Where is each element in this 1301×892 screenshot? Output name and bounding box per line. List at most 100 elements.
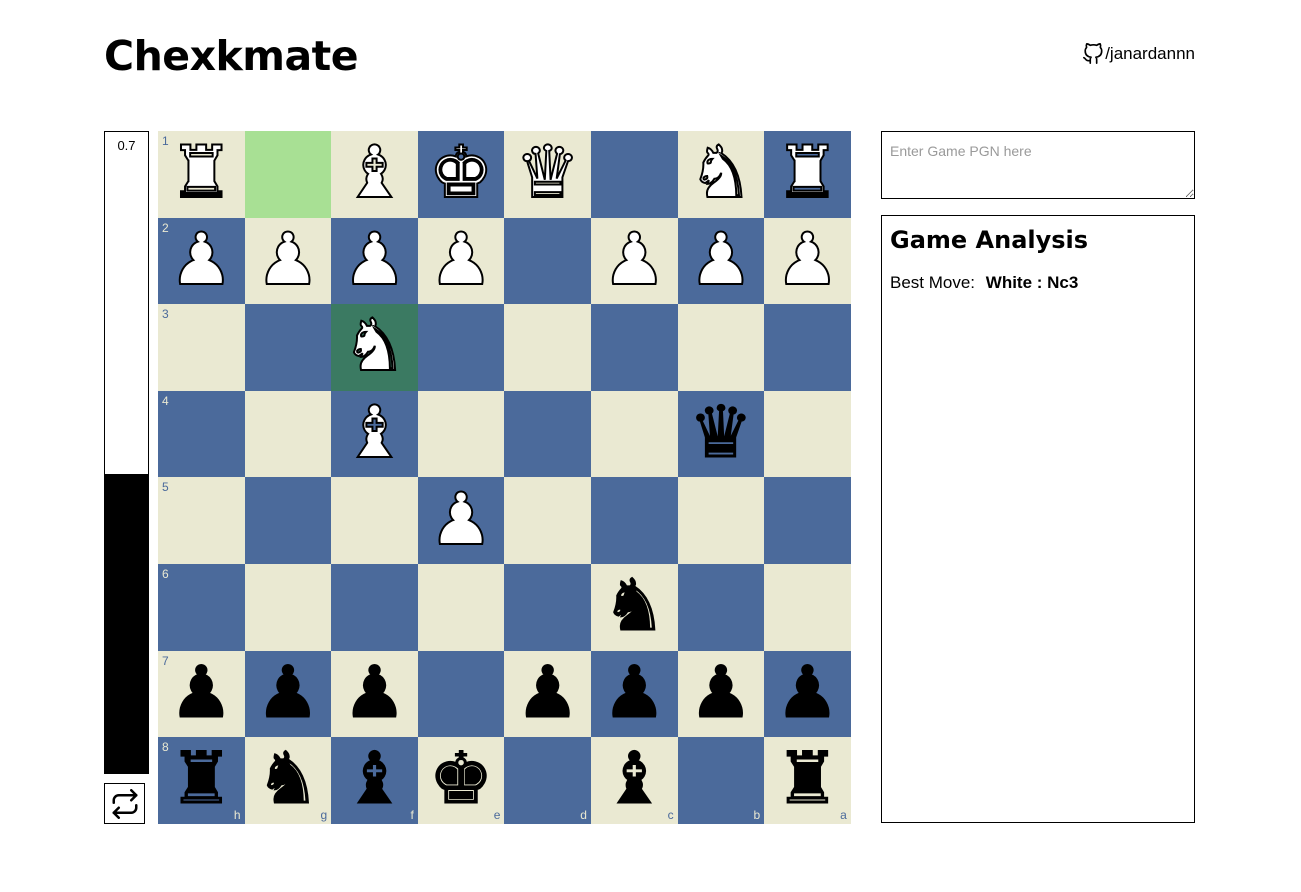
black-pawn-icon[interactable]: ♟ — [169, 655, 235, 728]
white-bishop-icon[interactable]: ♝ — [341, 135, 408, 209]
square-f4[interactable]: ♝ — [331, 390, 418, 478]
white-rook-icon[interactable]: ♜ — [774, 135, 841, 209]
black-bishop-icon[interactable]: ♝ — [601, 742, 667, 815]
square-a8[interactable]: a ♜ — [764, 737, 851, 824]
black-pawn-icon[interactable]: ♟ — [342, 655, 408, 728]
square-g1[interactable] — [244, 131, 332, 218]
square-e3[interactable] — [417, 304, 505, 391]
square-b7[interactable]: ♟ — [677, 650, 765, 738]
square-g3[interactable] — [244, 304, 332, 391]
square-g8[interactable]: g ♞ — [244, 737, 332, 824]
square-f7[interactable]: ♟ — [331, 650, 418, 738]
pgn-input[interactable] — [881, 131, 1195, 199]
white-pawn-icon[interactable]: ♟ — [428, 482, 495, 556]
square-e1[interactable]: ♚ — [417, 131, 505, 218]
square-c2[interactable]: ♟ — [590, 217, 678, 305]
white-knight-icon[interactable]: ♞ — [688, 135, 755, 209]
square-h6[interactable]: 6 — [158, 563, 245, 651]
square-g7[interactable]: ♟ — [244, 650, 332, 738]
square-d7[interactable]: ♟ — [504, 650, 591, 738]
square-b4[interactable]: ♛ — [677, 390, 765, 478]
black-pawn-icon[interactable]: ♟ — [515, 655, 581, 728]
square-a5[interactable] — [764, 477, 851, 564]
square-d5[interactable] — [504, 477, 591, 564]
square-g6[interactable] — [244, 563, 332, 651]
square-c7[interactable]: ♟ — [590, 650, 678, 738]
black-pawn-icon[interactable]: ♟ — [775, 655, 841, 728]
black-rook-icon[interactable]: ♜ — [775, 742, 841, 815]
square-c3[interactable] — [590, 304, 678, 391]
square-f1[interactable]: ♝ — [331, 131, 418, 218]
white-pawn-icon[interactable]: ♟ — [428, 222, 495, 296]
square-c8[interactable]: c ♝ — [590, 737, 678, 824]
square-b8[interactable]: b — [677, 737, 765, 824]
square-h8[interactable]: 8 h ♜ — [158, 737, 245, 824]
square-h5[interactable]: 5 — [158, 477, 245, 564]
square-e6[interactable] — [417, 563, 505, 651]
square-f8[interactable]: f ♝ — [331, 737, 418, 824]
github-link[interactable]: /janardannn — [1082, 42, 1195, 66]
square-e8[interactable]: e ♚ — [417, 737, 505, 824]
white-knight-icon[interactable]: ♞ — [341, 308, 408, 382]
white-pawn-icon[interactable]: ♟ — [168, 222, 235, 296]
black-knight-icon[interactable]: ♞ — [255, 742, 321, 815]
white-queen-icon[interactable]: ♛ — [514, 135, 581, 209]
black-queen-icon[interactable]: ♛ — [688, 396, 754, 469]
square-b5[interactable] — [677, 477, 765, 564]
square-f2[interactable]: ♟ — [331, 217, 418, 305]
square-h3[interactable]: 3 — [158, 304, 245, 391]
square-b3[interactable] — [677, 304, 765, 391]
square-b2[interactable]: ♟ — [677, 217, 765, 305]
square-e2[interactable]: ♟ — [417, 217, 505, 305]
square-h4[interactable]: 4 — [158, 390, 245, 478]
square-a3[interactable] — [764, 304, 851, 391]
black-bishop-icon[interactable]: ♝ — [342, 742, 408, 815]
black-pawn-icon[interactable]: ♟ — [255, 655, 321, 728]
square-g2[interactable]: ♟ — [244, 217, 332, 305]
square-e4[interactable] — [417, 390, 505, 478]
white-king-icon[interactable]: ♚ — [428, 135, 495, 209]
square-a1[interactable]: ♜ — [764, 131, 851, 218]
square-f6[interactable] — [331, 563, 418, 651]
square-d8[interactable]: d — [504, 737, 591, 824]
white-pawn-icon[interactable]: ♟ — [341, 222, 408, 296]
square-f5[interactable] — [331, 477, 418, 564]
white-pawn-icon[interactable]: ♟ — [774, 222, 841, 296]
square-a6[interactable] — [764, 563, 851, 651]
white-bishop-icon[interactable]: ♝ — [341, 395, 408, 469]
black-rook-icon[interactable]: ♜ — [169, 742, 235, 815]
square-h2[interactable]: 2 ♟ — [158, 217, 245, 305]
square-c6[interactable]: ♞ — [590, 563, 678, 651]
square-h1[interactable]: 1 ♜ — [158, 131, 245, 218]
chess-board[interactable]: 1 ♜ ♝ ♚ ♛ ♞ ♜ 2 ♟ ♟ ♟ ♟ ♟ ♟ ♟ 3 ♞ 4 ♝ ♛ 5 ♟ 6 ♞ 7 ♟ ♟ ♟ ♟ ♟ ♟ ♟ 8 h ♜ g ♞ f ♝ e… — [158, 131, 851, 824]
square-a7[interactable]: ♟ — [764, 650, 851, 738]
square-e5[interactable]: ♟ — [417, 477, 505, 564]
black-pawn-icon[interactable]: ♟ — [601, 655, 667, 728]
black-knight-icon[interactable]: ♞ — [601, 569, 667, 642]
square-d3[interactable] — [504, 304, 591, 391]
square-d2[interactable] — [504, 217, 591, 305]
flip-board-button[interactable] — [104, 783, 145, 824]
black-pawn-icon[interactable]: ♟ — [688, 655, 754, 728]
square-b6[interactable] — [677, 563, 765, 651]
square-h7[interactable]: 7 ♟ — [158, 650, 245, 738]
white-pawn-icon[interactable]: ♟ — [601, 222, 668, 296]
square-g4[interactable] — [244, 390, 332, 478]
square-a4[interactable] — [764, 390, 851, 478]
square-c4[interactable] — [590, 390, 678, 478]
white-rook-icon[interactable]: ♜ — [168, 135, 235, 209]
square-b1[interactable]: ♞ — [677, 131, 765, 218]
square-d6[interactable] — [504, 563, 591, 651]
square-g5[interactable] — [244, 477, 332, 564]
square-c1[interactable] — [590, 131, 678, 218]
square-e7[interactable] — [417, 650, 505, 738]
black-king-icon[interactable]: ♚ — [428, 742, 494, 815]
square-d4[interactable] — [504, 390, 591, 478]
square-a2[interactable]: ♟ — [764, 217, 851, 305]
white-pawn-icon[interactable]: ♟ — [688, 222, 755, 296]
white-pawn-icon[interactable]: ♟ — [255, 222, 322, 296]
file-label: b — [753, 807, 761, 822]
square-d1[interactable]: ♛ — [504, 131, 591, 218]
square-c5[interactable] — [590, 477, 678, 564]
square-f3[interactable]: ♞ — [331, 304, 418, 391]
